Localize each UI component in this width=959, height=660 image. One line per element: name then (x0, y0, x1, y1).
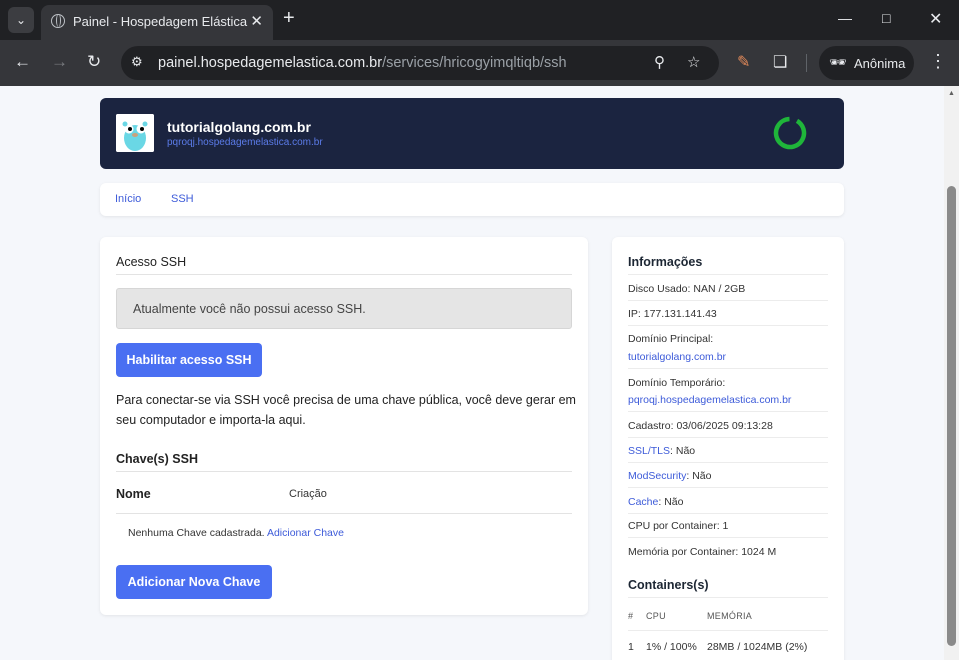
divider (628, 630, 828, 631)
back-arrow-icon[interactable]: ← (14, 52, 31, 72)
window-close-icon[interactable]: ✕ (929, 9, 942, 29)
divider (628, 368, 828, 369)
tab-search-button[interactable]: ⌄ (8, 7, 34, 33)
ssh-instructions-line2: seu computador e importa-la aqui. (116, 413, 306, 427)
status-ring-icon (773, 116, 807, 150)
column-name-header: Nome (116, 487, 151, 501)
modsecurity-status: ModSecurity: Não (628, 470, 711, 482)
url-text[interactable]: painel.hospedagemelastica.com.br/service… (158, 55, 567, 71)
ssh-notice: Atualmente você não possui acesso SSH. (116, 288, 572, 329)
ip-address: IP: 177.131.141.43 (628, 308, 717, 320)
address-bar[interactable]: ⚙ painel.hospedagemelastica.com.br/servi… (121, 46, 719, 80)
scroll-up-arrow-icon[interactable]: ▲ (948, 90, 955, 97)
add-key-link[interactable]: Adicionar Chave (267, 527, 344, 539)
ssh-keys-title: Chave(s) SSH (116, 452, 198, 466)
disk-usage: Disco Usado: NAN / 2GB (628, 283, 746, 295)
divider (116, 274, 572, 275)
divider (116, 513, 572, 514)
cache-link[interactable]: Cache (628, 496, 658, 508)
column-hash-header: # (628, 611, 634, 621)
containers-title: Containers(s) (628, 578, 709, 592)
enable-ssh-button[interactable]: Habilitar acesso SSH (116, 343, 262, 377)
divider (628, 537, 828, 538)
ssh-access-card: Acesso SSH Atualmente você não possui ac… (100, 237, 588, 615)
ssh-notice-text: Atualmente você não possui acesso SSH. (133, 302, 366, 316)
cache-value: : Não (658, 496, 684, 508)
divider (628, 597, 828, 598)
container-memory: 28MB / 1024MB (2%) (707, 641, 808, 653)
maximize-icon[interactable]: □ (882, 10, 890, 26)
container-id: 1 (628, 641, 634, 653)
forward-arrow-icon[interactable]: → (51, 52, 68, 72)
divider (628, 274, 828, 275)
ssh-instructions-line1: Para conectar-se via SSH você precisa de… (116, 393, 576, 407)
empty-keys-text: Nenhuma Chave cadastrada. (128, 527, 265, 539)
divider (628, 487, 828, 488)
memory-per-container: Memória por Container: 1024 M (628, 546, 777, 558)
chevron-down-icon: ⌄ (15, 13, 27, 27)
column-created-header: Criação (289, 488, 327, 500)
container-cpu: 1% / 100% (646, 641, 697, 653)
temp-domain-label: Domínio Temporário: (628, 377, 726, 389)
divider (628, 411, 828, 412)
site-settings-icon[interactable]: ⚙ (131, 54, 149, 72)
extensions-puzzle-icon[interactable]: ❏ (773, 52, 787, 72)
ssl-value: : Não (670, 445, 696, 457)
main-domain-link[interactable]: tutorialgolang.com.br (628, 351, 726, 363)
browser-toolbar: ← → ↻ ⚙ painel.hospedagemelastica.com.br… (0, 40, 959, 86)
modsecurity-link[interactable]: ModSecurity (628, 470, 686, 482)
zoom-icon[interactable]: ⚲ (654, 53, 665, 71)
browser-tab[interactable]: Painel - Hospedagem Elástica ✕ (41, 5, 273, 40)
empty-keys-row: Nenhuma Chave cadastrada. Adicionar Chav… (128, 527, 344, 539)
info-card: Informações Disco Usado: NAN / 2GB IP: 1… (612, 237, 844, 660)
add-new-key-button[interactable]: Adicionar Nova Chave (116, 565, 272, 599)
created-date: Cadastro: 03/06/2025 09:13:28 (628, 420, 773, 432)
scroll-thumb[interactable] (947, 186, 956, 646)
temp-domain-info-link[interactable]: pqroqj.hospedagemelastica.com.br (628, 394, 791, 406)
divider (628, 462, 828, 463)
reload-icon[interactable]: ↻ (87, 52, 101, 72)
site-name: tutorialgolang.com.br (167, 119, 311, 135)
new-tab-button[interactable]: + (283, 8, 295, 28)
divider (628, 513, 828, 514)
incognito-profile-button[interactable]: 🕶 Anônima (819, 46, 914, 80)
divider (628, 325, 828, 326)
page-scrollbar[interactable]: ▲ (944, 86, 959, 660)
ssh-card-title: Acesso SSH (116, 255, 187, 269)
gopher-logo (116, 114, 154, 152)
main-domain-label: Domínio Principal: (628, 333, 714, 345)
profile-label: Anônima (854, 56, 906, 71)
toolbar-divider (806, 54, 807, 72)
temp-domain-link[interactable]: pqroqj.hospedagemelastica.com.br (167, 137, 323, 148)
bookmark-star-icon[interactable]: ☆ (687, 53, 700, 71)
globe-icon (51, 14, 65, 28)
divider (628, 437, 828, 438)
info-title: Informações (628, 255, 703, 269)
modsecurity-value: : Não (686, 470, 712, 482)
column-memory-header: MEMÓRIA (707, 611, 753, 621)
close-icon[interactable]: ✕ (250, 12, 263, 30)
column-cpu-header: CPU (646, 611, 666, 621)
cpu-per-container: CPU por Container: 1 (628, 520, 729, 532)
ssl-status: SSL/TLS: Não (628, 445, 695, 457)
cache-status: Cache: Não (628, 496, 683, 508)
kebab-menu-icon[interactable]: ⋮ (929, 51, 947, 72)
breadcrumb: Início SSH (100, 183, 844, 216)
breadcrumb-ssh[interactable]: SSH (171, 193, 194, 205)
service-header: tutorialgolang.com.br pqroqj.hospedageme… (100, 98, 844, 169)
tab-strip: ⌄ Painel - Hospedagem Elástica ✕ + — □ ✕ (0, 0, 959, 40)
divider (116, 471, 572, 472)
minimize-icon[interactable]: — (838, 10, 852, 26)
pen-extension-icon[interactable]: ✎ (737, 52, 750, 72)
incognito-icon: 🕶 (829, 54, 847, 70)
tab-title: Painel - Hospedagem Elástica (73, 14, 248, 29)
page-viewport: tutorialgolang.com.br pqroqj.hospedageme… (0, 86, 944, 660)
ssh-instructions: Para conectar-se via SSH você precisa de… (116, 390, 581, 430)
breadcrumb-home[interactable]: Início (115, 193, 141, 205)
divider (628, 300, 828, 301)
ssl-link[interactable]: SSL/TLS (628, 445, 670, 457)
